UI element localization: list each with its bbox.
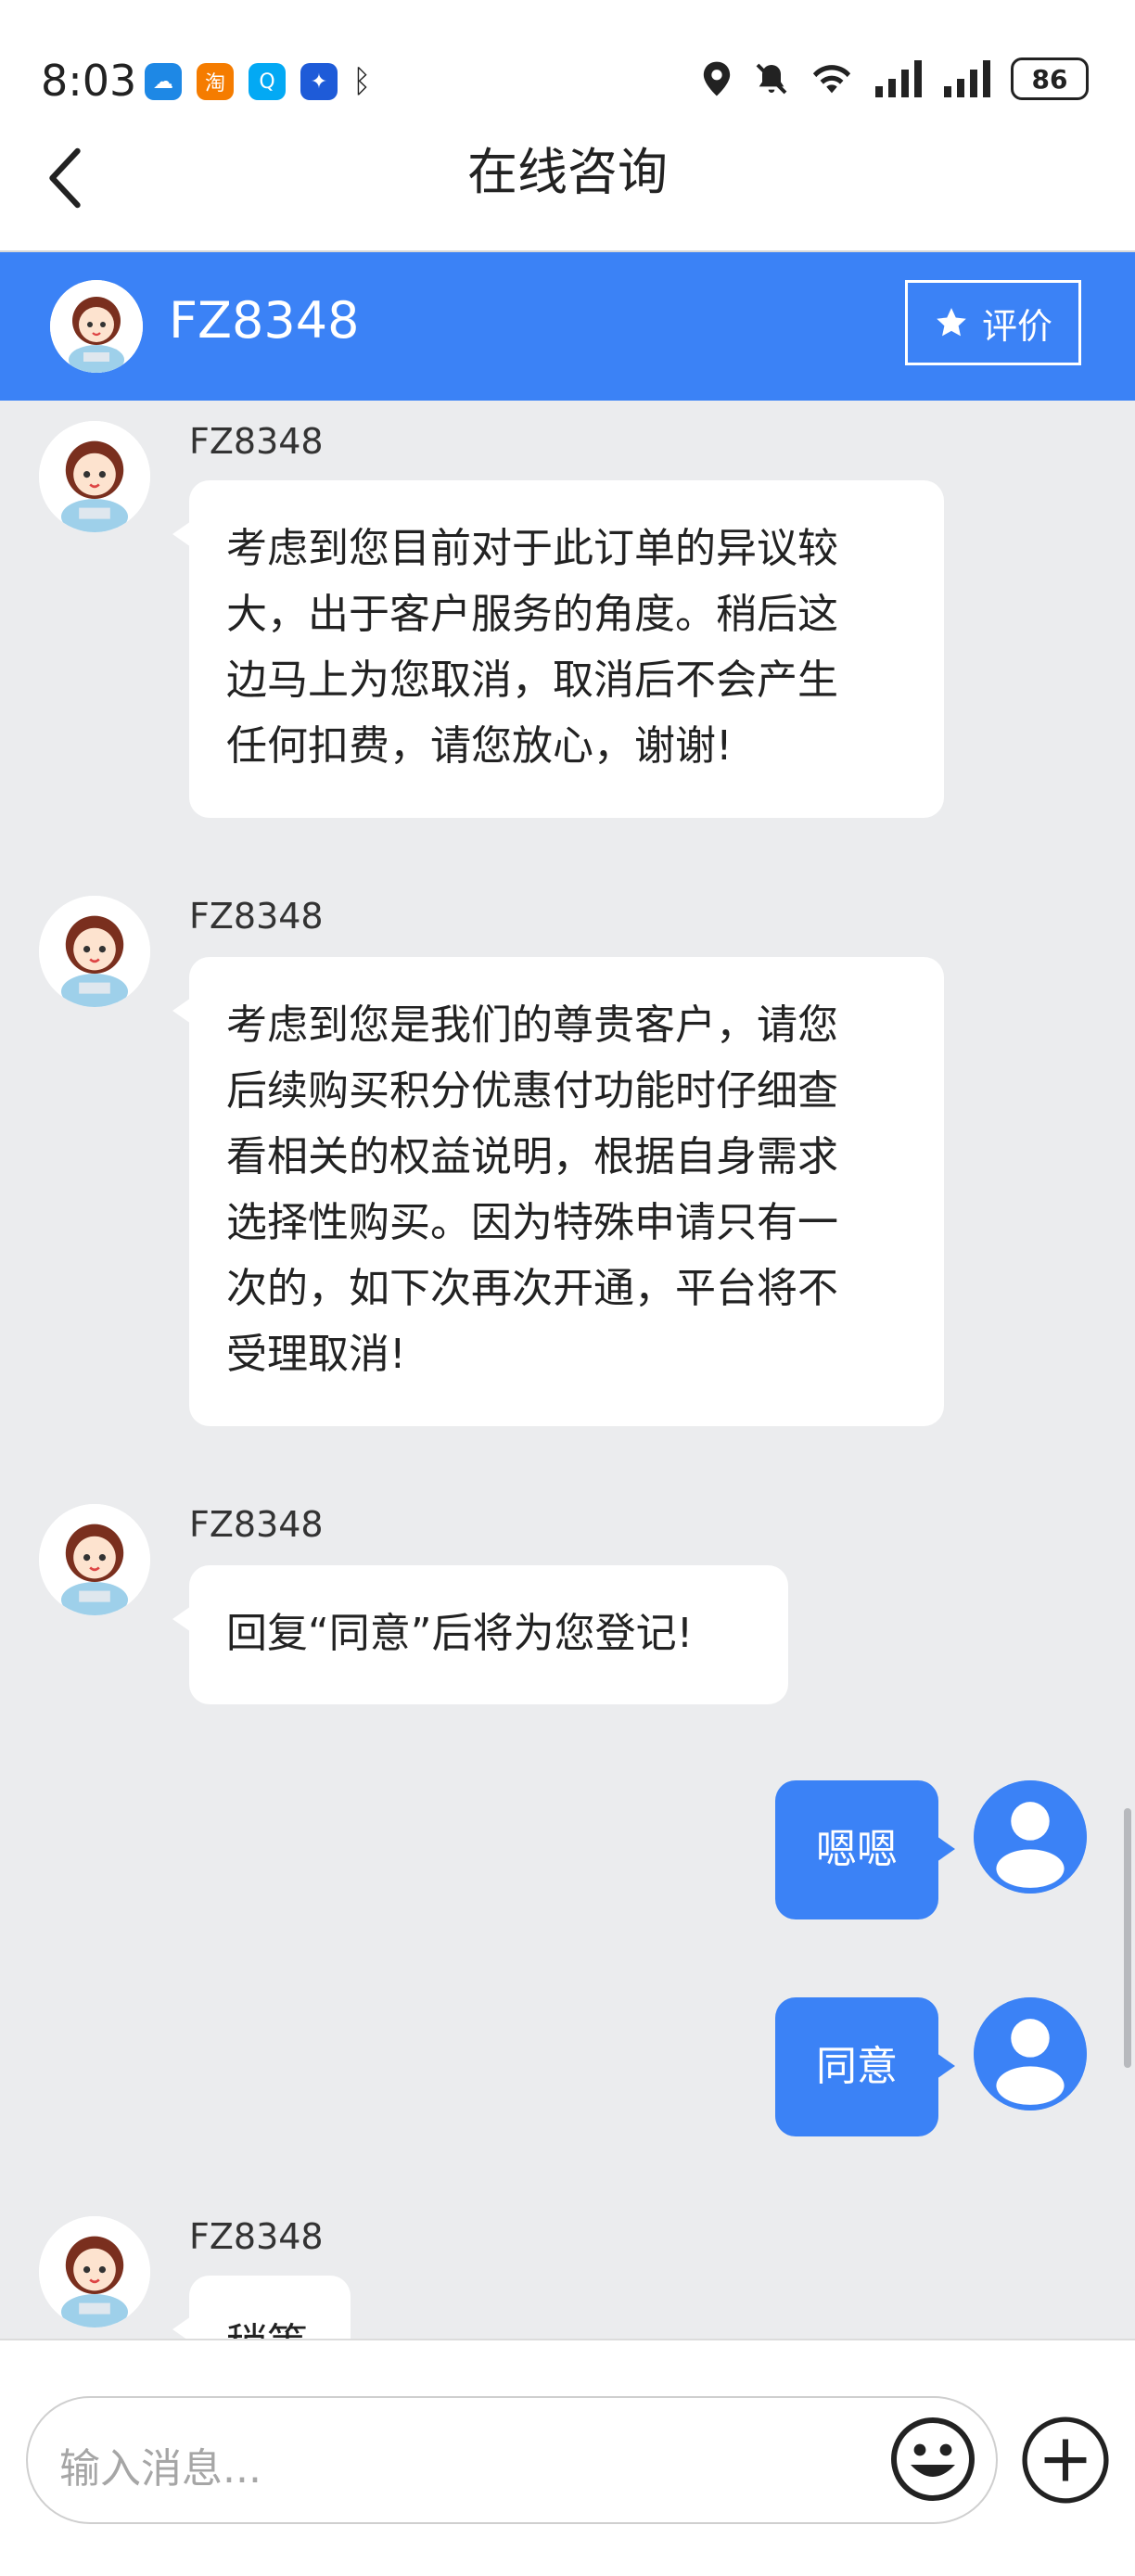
message-input-placeholder: 输入消息... (59, 2445, 261, 2493)
agent-message-bubble: 稍等 (172, 2276, 351, 2339)
input-bar: 输入消息... (0, 2339, 1135, 2576)
agent-avatar-image (50, 280, 143, 373)
wifi-icon (812, 65, 851, 94)
user-message-bubble: 嗯嗯 (775, 1780, 955, 1919)
agent-message-avatar (39, 421, 150, 532)
agent-message-avatar (39, 1504, 150, 1615)
signal-icon-2 (944, 60, 990, 97)
title-bar: 在线咨询 (0, 121, 1135, 252)
bluetooth-icon: ᛒ (352, 63, 372, 100)
battery-indicator: 86 (1011, 57, 1089, 100)
user-icon (974, 1780, 1087, 1894)
agent-name: FZ8348 (169, 291, 360, 350)
signal-icon (875, 60, 922, 97)
search-app-icon: Q (249, 63, 286, 100)
chat-scrollbar[interactable] (1124, 1808, 1131, 2068)
message-line: 大，出于客户服务的角度。稍后这 (226, 591, 838, 638)
agent-message-bubble: 考虑到您目前对于此订单的异议较 大，出于客户服务的角度。稍后这 边马上为您取消，… (172, 480, 944, 818)
message-line: 边马上为您取消，取消后不会产生 (226, 657, 838, 704)
emoji-icon[interactable] (888, 2415, 977, 2504)
user-message-bubble: 同意 (775, 1997, 955, 2136)
weather-app-icon: ☁ (145, 63, 182, 100)
message-line: 后续购买积分优惠付功能时仔细查 (226, 1067, 838, 1115)
star-icon (937, 308, 966, 337)
status-time: 8:03 (41, 56, 137, 106)
agent-message-avatar (39, 896, 150, 1007)
message-sender: FZ8348 (189, 2216, 324, 2257)
agent-header: FZ8348 评价 (0, 252, 1135, 401)
message-line: 看相关的权益说明，根据自身需求 (226, 1133, 838, 1180)
message-line: 选择性购买。因为特殊申请只有一 (226, 1199, 838, 1246)
add-icon[interactable] (1020, 2415, 1111, 2506)
agent-message-avatar (39, 2216, 150, 2327)
back-button[interactable] (37, 132, 93, 224)
message-line: 稍等 (226, 2311, 313, 2339)
status-right: 86 (701, 57, 1089, 100)
chat-area[interactable]: FZ8348 考虑到您目前对于此订单的异议较 大，出于客户服务的角度。稍后这 边… (0, 401, 1135, 2339)
status-app-icons: ☁ 淘 Q ✦ ᛒ (145, 63, 371, 100)
page-title: 在线咨询 (467, 143, 668, 201)
message-sender: FZ8348 (189, 896, 324, 937)
message-line: 受理取消! (226, 1331, 406, 1378)
user-icon (974, 1997, 1087, 2111)
message-line: 考虑到您目前对于此订单的异议较 (226, 525, 838, 572)
mute-bell-icon (756, 63, 787, 95)
message-line: 考虑到您是我们的尊贵客户，请您 (226, 1001, 838, 1049)
status-bar: 8:03 ☁ 淘 Q ✦ ᛒ 86 (0, 0, 1135, 139)
bulb-app-icon: ✦ (300, 63, 338, 100)
message-line: 次的，如下次再次开通，平台将不 (226, 1265, 838, 1312)
taobao-app-icon: 淘 (197, 63, 234, 100)
user-avatar (974, 1780, 1087, 1894)
agent-avatar (50, 280, 143, 373)
chevron-left-icon (49, 147, 81, 209)
rate-label: 评价 (981, 305, 1052, 347)
user-avatar (974, 1997, 1087, 2111)
message-sender: FZ8348 (189, 1504, 324, 1545)
rate-button[interactable]: 评价 (905, 280, 1081, 365)
location-icon (703, 61, 731, 96)
message-line: 任何扣费，请您放心，谢谢! (226, 722, 733, 770)
message-line: 回复“同意”后将为您登记! (226, 1610, 694, 1657)
agent-message-bubble: 回复“同意”后将为您登记! (172, 1565, 788, 1704)
message-sender: FZ8348 (189, 421, 324, 462)
agent-message-bubble: 考虑到您是我们的尊贵客户，请您 后续购买积分优惠付功能时仔细查 看相关的权益说明… (172, 957, 944, 1426)
